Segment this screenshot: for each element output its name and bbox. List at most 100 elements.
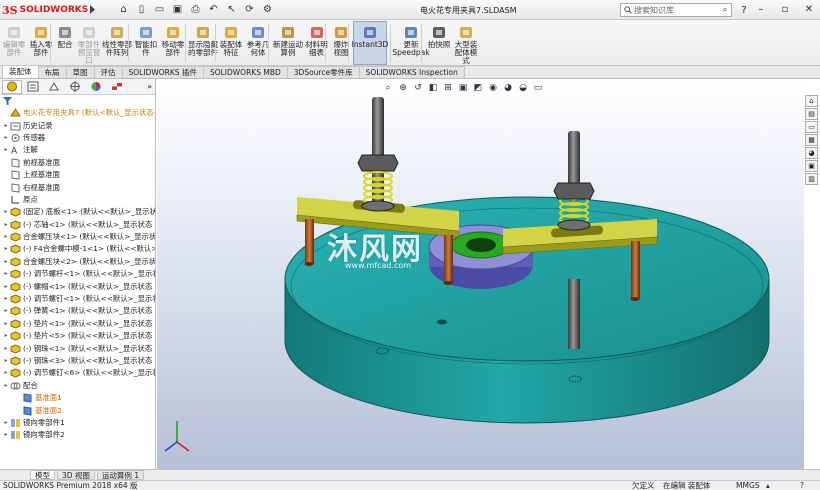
expand-arrow-icon[interactable]: ▸	[2, 144, 10, 156]
expand-arrow-icon[interactable]: ▸	[2, 231, 10, 243]
minimize-icon[interactable]: –	[754, 2, 768, 17]
tree-component[interactable]: ▸ (-) 钢珠<3> (默认<<默认>_显示状态 1>	[0, 355, 155, 367]
property-manager-tab-icon[interactable]	[23, 80, 43, 94]
ribbon-button[interactable]: 显示隐藏的零部件	[188, 24, 218, 57]
undo-icon[interactable]: ↶	[206, 2, 221, 17]
print-icon[interactable]: ⎙	[188, 2, 203, 17]
tree-node[interactable]: 基准面2	[0, 404, 155, 416]
help-button[interactable]: ?	[737, 3, 751, 17]
expand-arrow-icon[interactable]: ▸	[2, 293, 10, 305]
ribbon-button[interactable]: 编辑零部件	[2, 24, 26, 57]
tree-component[interactable]: ▸ (-) 垫片<1> (默认<<默认>_显示状态 1>	[0, 318, 155, 330]
tree-component[interactable]: ▸ (-) 垫片<5> (默认<<默认>_显示状态 1>	[0, 330, 155, 342]
tree-node[interactable]: ▸ 配合	[0, 380, 155, 392]
model-tab[interactable]: 3D 视图	[57, 470, 95, 480]
tree-node[interactable]: 电火花专用夹具7 (默认<默认_显示状态-1>)	[0, 107, 155, 119]
display-manager-tab-icon[interactable]	[86, 80, 106, 94]
status-help-icon[interactable]: ?	[800, 481, 804, 490]
expand-arrow-icon[interactable]: ▸	[2, 256, 10, 268]
tree-node[interactable]: 基准面1	[0, 392, 155, 404]
ribbon-button[interactable]: 拍快照	[427, 24, 451, 49]
search-input[interactable]: 搜索知识库	[634, 5, 717, 16]
nut-left[interactable]	[357, 154, 399, 172]
tree-component[interactable]: ▸ (-) 弹簧<1> (默认<<默认>_显示状态 1>	[0, 305, 155, 317]
tree-component[interactable]: ▸ (-) 调节螺杆<1> (默认<<默认>_显示状态	[0, 268, 155, 280]
view-palette-icon[interactable]: ▦	[805, 134, 818, 146]
command-tab[interactable]: SOLIDWORKS Inspection	[358, 66, 465, 78]
tree-node[interactable]: 原点	[0, 194, 155, 206]
dimxpert-tab-icon[interactable]	[65, 80, 85, 94]
open-file-icon[interactable]: ▭	[152, 2, 167, 17]
solidworks-resources-icon[interactable]: ⌂	[805, 95, 818, 107]
rear-screw[interactable]	[568, 279, 580, 349]
tree-component[interactable]: ▸ (固定) 底板<1> (默认<<默认>_显示状态 1>	[0, 206, 155, 218]
assembly-model[interactable]	[157, 79, 804, 469]
solidworks-logo[interactable]: 3S SOLIDWORKS	[2, 2, 88, 18]
save-icon[interactable]: ▣	[170, 2, 185, 17]
unit-system[interactable]: MMGS	[736, 481, 760, 490]
tree-component[interactable]: ▸ 合金螺压块<1> (默认<<默认>_显示状态	[0, 231, 155, 243]
options-icon[interactable]: ⚙	[260, 2, 275, 17]
expand-arrow-icon[interactable]: ▸	[2, 318, 10, 330]
expand-arrow-icon[interactable]: ▸	[2, 355, 10, 367]
tree-node[interactable]: ▸ 镜向零部件1	[0, 417, 155, 429]
forum-icon[interactable]: ▥	[805, 173, 818, 185]
command-tab[interactable]: SOLIDWORKS 插件	[121, 66, 204, 78]
expand-arrow-icon[interactable]: ▸	[2, 330, 10, 342]
tree-node[interactable]: ▸ A 注解	[0, 144, 155, 156]
pin-left-1[interactable]	[305, 219, 314, 264]
expand-arrow-icon[interactable]: ▸	[2, 132, 10, 144]
search-submit-icon[interactable]: ⌕	[719, 4, 731, 16]
command-tab[interactable]: SOLIDWORKS MBD	[202, 66, 288, 78]
washer-right[interactable]	[557, 219, 591, 231]
tree-component[interactable]: ▸ (-) 芯轴<1> (默认<<默认>_显示状态 1>	[0, 219, 155, 231]
rebuild-icon[interactable]: ⟳	[242, 2, 257, 17]
graphics-area[interactable]: ⌕ ⊕ ↺ ◧ ⊞ ▣ ◩ ◉ ◕ ◒ ▭ 沐风网 www.mfcad.com	[157, 79, 804, 469]
expand-arrow-icon[interactable]: ▸	[2, 206, 10, 218]
pin-left-2[interactable]	[444, 235, 453, 283]
command-tab[interactable]: 3DSource零件库	[286, 66, 360, 78]
expand-arrow-icon[interactable]: ▸	[2, 367, 10, 379]
tree-node[interactable]: 前视基准面	[0, 157, 155, 169]
model-tab[interactable]: 模型	[30, 470, 55, 480]
tree-filter-icon[interactable]	[0, 95, 155, 107]
ribbon-button[interactable]: 新建运动算例	[273, 24, 303, 57]
appearances-tab-icon[interactable]	[107, 80, 127, 94]
expand-arrow-icon[interactable]: ▸	[2, 120, 10, 132]
tree-component[interactable]: ▸ (-) 螺帽<1> (默认<<默认>_显示状态 1>	[0, 280, 155, 292]
expand-arrow-icon[interactable]: ▸	[2, 268, 10, 280]
file-explorer-icon[interactable]: ▭	[805, 121, 818, 133]
command-tab[interactable]: 草图	[65, 66, 95, 78]
expand-arrow-icon[interactable]: ▸	[2, 243, 10, 255]
tree-node[interactable]: 右视基准面	[0, 181, 155, 193]
command-tab[interactable]: 布局	[37, 66, 67, 78]
appearances-scenes-icon[interactable]: ◕	[805, 147, 818, 159]
tree-component[interactable]: ▸ (-) 钢珠<1> (默认<<默认>_显示状态 1>	[0, 342, 155, 354]
nut-right[interactable]	[553, 182, 595, 200]
ribbon-button[interactable]: Instant3D	[352, 21, 388, 65]
ribbon-button[interactable]: 智能扣件	[133, 24, 159, 57]
feature-tree-tab-icon[interactable]	[2, 79, 22, 94]
custom-properties-icon[interactable]: ▣	[805, 160, 818, 172]
home-icon[interactable]: ⌂	[116, 2, 131, 17]
tree-node[interactable]: ▸ 历史记录	[0, 119, 155, 131]
expand-arrow-icon[interactable]: ▸	[2, 380, 10, 392]
maximize-icon[interactable]: ▫	[778, 2, 792, 17]
command-tab[interactable]: 评估	[93, 66, 123, 78]
pin-right-1[interactable]	[631, 241, 640, 299]
expand-arrow-icon[interactable]: ▸	[2, 305, 10, 317]
washer-left[interactable]	[361, 200, 395, 212]
tree-component[interactable]: ▸ 合金螺压块<2> (默认<<默认>_显示状态 1>	[0, 256, 155, 268]
select-icon[interactable]: ↖	[224, 2, 239, 17]
model-tab[interactable]: 运动算例 1	[96, 470, 145, 480]
tree-component[interactable]: ▸ (-) F4合金螺中模-1<1> (默认<<默认>_显	[0, 243, 155, 255]
expand-arrow-icon[interactable]: ▸	[2, 343, 10, 355]
ribbon-button[interactable]: 装配体特征	[218, 24, 244, 57]
close-icon[interactable]: ✕	[802, 2, 816, 17]
ribbon-button[interactable]: 大型装配体模式	[452, 24, 480, 65]
command-tab[interactable]: 装配体	[2, 65, 39, 78]
configuration-manager-tab-icon[interactable]	[44, 80, 64, 94]
tree-node[interactable]: 上视基准面	[0, 169, 155, 181]
ribbon-button[interactable]: 零部件预览窗口	[76, 24, 102, 65]
search-box[interactable]: 搜索知识库 ⌕	[620, 3, 732, 17]
